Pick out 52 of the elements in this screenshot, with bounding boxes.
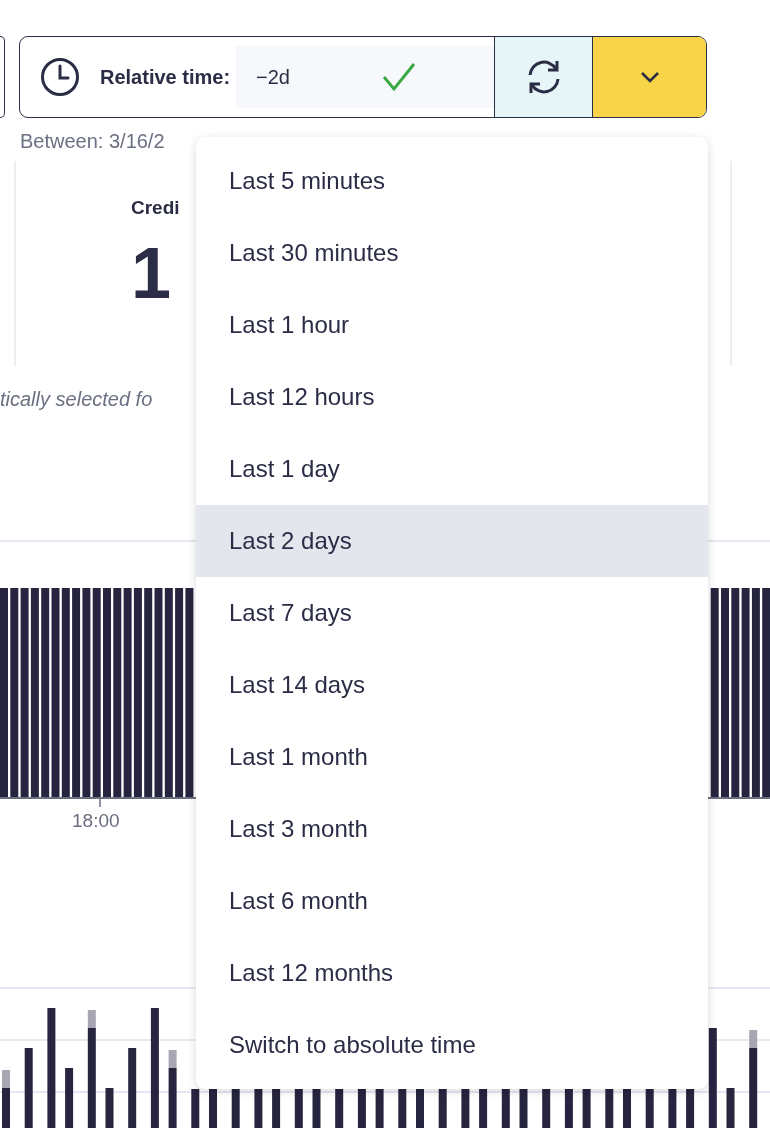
bar: [335, 1089, 344, 1128]
stat-label: Credi: [131, 197, 180, 219]
bar: [645, 1089, 654, 1128]
bar: [623, 1089, 631, 1128]
bar: [564, 1089, 573, 1128]
bar: [294, 1089, 303, 1128]
menu-item[interactable]: Last 2 days: [196, 505, 708, 577]
bar: [357, 1089, 366, 1128]
bar: [416, 1089, 424, 1128]
menu-item[interactable]: Last 5 minutes: [196, 145, 708, 217]
bar: [542, 1089, 551, 1128]
bar: [65, 1068, 74, 1128]
bar: [209, 1089, 217, 1128]
menu-item[interactable]: Last 14 days: [196, 649, 708, 721]
bar: [479, 1089, 488, 1128]
bar: [519, 1089, 528, 1128]
relative-time-field[interactable]: −2d: [236, 46, 495, 108]
bar: [231, 1089, 240, 1128]
bar: [582, 1089, 591, 1128]
menu-item[interactable]: Switch to absolute time: [196, 1009, 708, 1081]
stat-value: 1: [131, 237, 172, 309]
menu-item[interactable]: Last 12 hours: [196, 361, 708, 433]
axis-label: 18:00: [72, 810, 120, 832]
clock-icon: [40, 57, 80, 97]
bar: [398, 1089, 407, 1128]
field-label: Relative time:: [100, 65, 231, 89]
menu-item[interactable]: Last 7 days: [196, 577, 708, 649]
menu-item[interactable]: Last 1 hour: [196, 289, 708, 361]
bar: [726, 1088, 735, 1128]
bar: [461, 1089, 470, 1128]
bar: [105, 1088, 114, 1128]
refresh-button[interactable]: [494, 37, 593, 117]
bar: [191, 1089, 200, 1128]
bar: [501, 1089, 510, 1128]
bar: [375, 1089, 384, 1128]
chevron-down-icon: [639, 71, 660, 83]
note-text: tically selected fo: [0, 388, 153, 411]
menu-item[interactable]: Last 6 month: [196, 865, 708, 937]
menu-item[interactable]: Last 3 month: [196, 793, 708, 865]
menu-item[interactable]: Last 30 minutes: [196, 217, 708, 289]
bar: [668, 1089, 677, 1128]
bar: [2, 1070, 10, 1128]
bar: [254, 1089, 263, 1128]
bar: [686, 1089, 695, 1128]
range-text: Between: 3/16/2: [20, 130, 166, 153]
bar: [605, 1089, 614, 1128]
menu-item[interactable]: Last 12 months: [196, 937, 708, 1009]
menu-item[interactable]: Last 1 day: [196, 433, 708, 505]
bar: [312, 1089, 321, 1128]
bar: [272, 1089, 281, 1128]
bar: [438, 1089, 447, 1128]
menu-item[interactable]: Last 1 month: [196, 721, 708, 793]
